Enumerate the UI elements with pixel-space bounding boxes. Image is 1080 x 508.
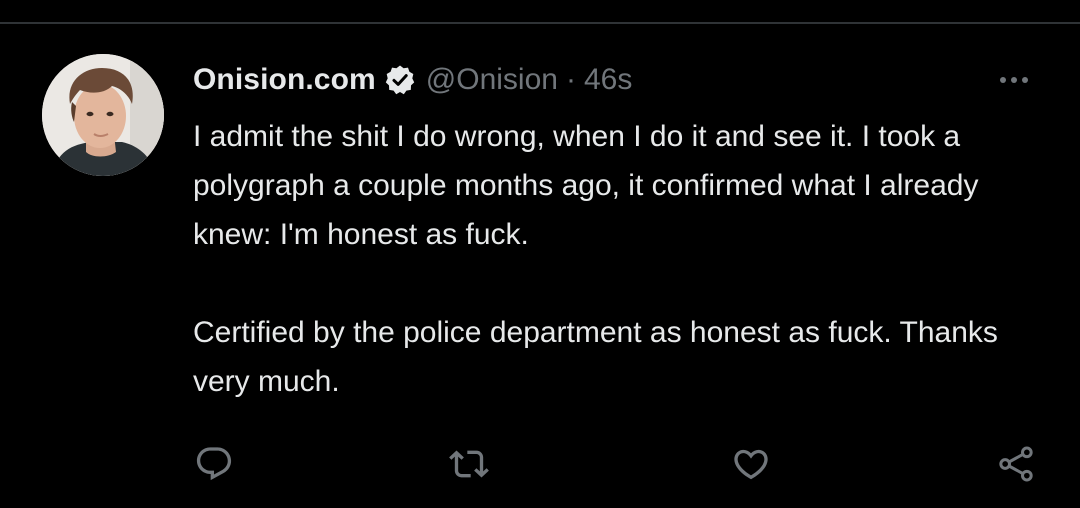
avatar-image (42, 54, 164, 176)
share-button[interactable] (992, 440, 1040, 488)
separator-dot: · (565, 63, 576, 96)
share-icon (999, 446, 1033, 482)
retweet-icon (449, 450, 489, 478)
more-options-button[interactable] (992, 66, 1036, 94)
user-handle[interactable]: @Onision (426, 63, 558, 97)
top-divider (0, 22, 1080, 24)
tweet-text: I admit the shit I do wrong, when I do i… (193, 112, 1053, 406)
timestamp[interactable]: 46s (584, 63, 632, 97)
reply-button[interactable] (190, 440, 238, 488)
tweet-page: Onision.com @Onision · 46s I admit the s… (0, 0, 1080, 508)
like-button[interactable] (727, 440, 775, 488)
verified-badge-icon (384, 64, 416, 96)
more-dots-icon (1000, 77, 1028, 83)
tweet-paragraph: I admit the shit I do wrong, when I do i… (193, 120, 979, 251)
like-icon (734, 449, 768, 480)
tweet-actions (190, 440, 1050, 488)
reply-icon (196, 447, 232, 481)
retweet-button[interactable] (445, 440, 493, 488)
tweet-paragraph: Certified by the police department as ho… (193, 316, 998, 398)
display-name[interactable]: Onision.com (193, 63, 376, 97)
tweet-header: Onision.com @Onision · 46s (193, 58, 632, 102)
avatar[interactable] (42, 54, 164, 176)
